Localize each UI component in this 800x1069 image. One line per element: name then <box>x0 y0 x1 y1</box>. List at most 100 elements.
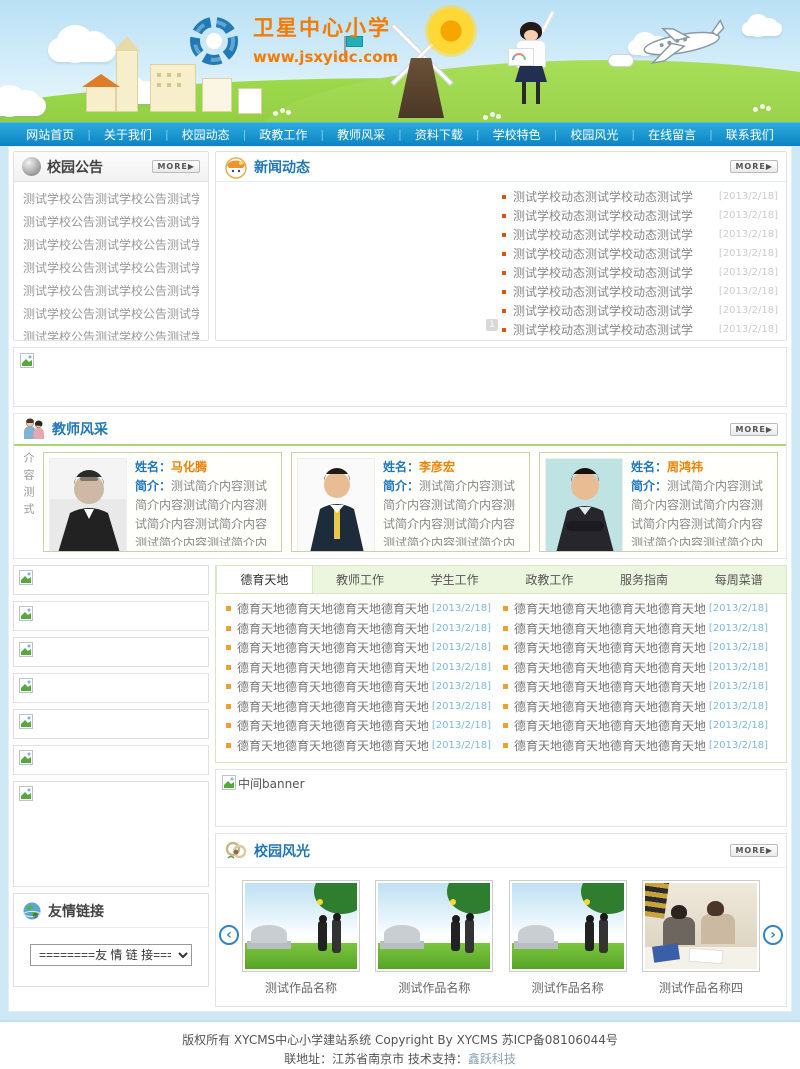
announcement-item[interactable]: 测试学校公告测试学校公告测试学校公告 <box>23 280 199 303</box>
teachers-more-button[interactable]: MORE▶ <box>730 423 778 436</box>
site-footer: 版权所有 XYCMS中心小学建站系统 Copyright By XYCMS 苏I… <box>0 1020 800 1069</box>
tab-list-item[interactable]: 德育天地德育天地德育天地德育天地[2013/2/18] <box>501 599 778 619</box>
sidebar-image-placeholder[interactable] <box>13 709 209 739</box>
news-item[interactable]: 测试学校动态测试学校动态测试学[2013/2/18] <box>502 244 778 263</box>
sidebar-image-placeholder[interactable] <box>13 601 209 631</box>
dot-bullet-icon <box>226 684 231 689</box>
tab-list-item[interactable]: 德育天地德育天地德育天地德育天地[2013/2/18] <box>501 697 778 717</box>
nav-about[interactable]: 关于我们 <box>91 126 165 143</box>
tab-list-item[interactable]: 德育天地德育天地德育天地德育天地[2013/2/18] <box>501 658 778 678</box>
news-slideshow[interactable]: 1 <box>224 187 502 335</box>
tab-list-item[interactable]: 德育天地德育天地德育天地德育天地[2013/2/18] <box>224 658 501 678</box>
tab-list-item[interactable]: 德育天地德育天地德育天地德育天地[2013/2/18] <box>501 677 778 697</box>
tab-list-item[interactable]: 德育天地德育天地德育天地德育天地[2013/2/18] <box>501 716 778 736</box>
teacher-card[interactable]: 姓名：马化腾 简介：测试简介内容测试简介内容测试简介内容测试简介内容测试简介内容… <box>43 452 282 552</box>
news-item[interactable]: 测试学校动态测试学校动态测试学[2013/2/18] <box>502 225 778 244</box>
tab-list-item[interactable]: 德育天地德育天地德育天地德育天地[2013/2/18] <box>501 736 778 756</box>
tab-list-item[interactable]: 德育天地德育天地德育天地德育天地[2013/2/18] <box>501 619 778 639</box>
tab-list-item[interactable]: 德育天地德育天地德育天地德育天地[2013/2/18] <box>224 599 501 619</box>
announcement-globe-icon <box>22 157 41 176</box>
sidebar-image-placeholder[interactable] <box>13 745 209 775</box>
name-label: 姓名： <box>631 460 667 474</box>
dot-bullet-icon <box>503 704 508 709</box>
news-item[interactable]: 测试学校动态测试学校动态测试学[2013/2/18] <box>502 187 778 206</box>
tab-moral-education[interactable]: 德育天地 <box>216 566 313 593</box>
teachers-marquee: 介容测式 姓名：马化腾 简介：测试简介内容测试简介内容测试简介内 <box>14 446 786 558</box>
gallery-item[interactable]: 测试作品名称 <box>375 880 493 996</box>
cloud-shape <box>48 38 116 62</box>
gallery-item[interactable]: 测试作品名称 <box>509 880 627 996</box>
tab-teacher-work[interactable]: 教师工作 <box>313 566 408 593</box>
gallery-more-button[interactable]: MORE▶ <box>730 844 778 857</box>
nav-moral-work[interactable]: 政教工作 <box>246 126 320 143</box>
nav-teachers[interactable]: 教师风采 <box>324 126 398 143</box>
square-bullet-icon <box>502 214 506 218</box>
sidebar-image-placeholder[interactable] <box>13 781 209 887</box>
rings-icon <box>224 839 248 863</box>
carousel-next-button[interactable]: › <box>763 925 783 945</box>
school-name: 卫星中心小学 <box>253 12 398 42</box>
friend-links-select[interactable]: ========友 情 链 接======= <box>30 944 192 966</box>
site-logo[interactable]: 卫星中心小学 www.jsxyidc.com <box>185 12 398 70</box>
square-bullet-icon <box>502 233 506 237</box>
news-more-button[interactable]: MORE▶ <box>730 160 778 173</box>
tab-political-work[interactable]: 政教工作 <box>502 566 597 593</box>
news-item[interactable]: 测试学校动态测试学校动态测试学[2013/2/18] <box>502 282 778 301</box>
dot-bullet-icon <box>503 645 508 650</box>
tab-service-guide[interactable]: 服务指南 <box>597 566 692 593</box>
gallery-item[interactable]: 测试作品名称四 <box>642 880 760 996</box>
globe-icon <box>22 901 42 921</box>
broken-image-icon <box>19 714 33 729</box>
tab-student-work[interactable]: 学生工作 <box>407 566 502 593</box>
tab-list-item[interactable]: 德育天地德育天地德育天地德育天地[2013/2/18] <box>224 697 501 717</box>
announcement-item[interactable]: 测试学校公告测试学校公告测试学校公告 <box>23 257 199 280</box>
sidebar-image-placeholder[interactable] <box>13 637 209 667</box>
teacher-card[interactable]: 姓名：李彦宏 简介：测试简介内容测试简介内容测试简介内容测试简介内容测试简介内容… <box>291 452 530 552</box>
tab-list-item[interactable]: 德育天地德育天地德育天地德育天地[2013/2/18] <box>224 736 501 756</box>
cloud-puff-shape <box>608 54 634 67</box>
announcement-item[interactable]: 测试学校公告测试学校公告测试学校公告 <box>23 326 199 341</box>
nav-campus-news[interactable]: 校园动态 <box>169 126 243 143</box>
announcements-list: 测试学校公告测试学校公告测试学校公告 测试学校公告测试学校公告测试学校公告 测试… <box>14 182 208 341</box>
tech-support-link[interactable]: 鑫跃科技 <box>468 1052 516 1066</box>
tab-weekly-menu[interactable]: 每周菜谱 <box>691 566 786 593</box>
square-bullet-icon <box>502 252 506 256</box>
nav-features[interactable]: 学校特色 <box>480 126 554 143</box>
teachers-panel: 教师风采 MORE▶ 介容测式 姓名：马 <box>13 413 787 559</box>
tab-list-item[interactable]: 德育天地德育天地德育天地德育天地[2013/2/18] <box>224 638 501 658</box>
announcements-more-button[interactable]: MORE▶ <box>152 160 200 173</box>
tab-list-item[interactable]: 德育天地德育天地德育天地德育天地[2013/2/18] <box>224 619 501 639</box>
sidebar-image-placeholder[interactable] <box>13 565 209 595</box>
nav-home[interactable]: 网站首页 <box>13 126 87 143</box>
gallery-item[interactable]: 测试作品名称 <box>242 880 360 996</box>
announcement-item[interactable]: 测试学校公告测试学校公告测试学校公告 <box>23 234 199 257</box>
carousel-prev-button[interactable]: ‹ <box>219 925 239 945</box>
nav-scenery[interactable]: 校园风光 <box>557 126 631 143</box>
dot-bullet-icon <box>226 723 231 728</box>
dot-bullet-icon <box>226 626 231 631</box>
gallery-thumbnail <box>642 880 760 972</box>
tab-list-item[interactable]: 德育天地德育天地德育天地德育天地[2013/2/18] <box>501 638 778 658</box>
left-sidebar: 友情链接 ========友 情 链 接======= <box>13 565 209 987</box>
dot-bullet-icon <box>503 606 508 611</box>
news-list: 测试学校动态测试学校动态测试学[2013/2/18] 测试学校动态测试学校动态测… <box>502 187 778 339</box>
square-bullet-icon <box>502 328 506 332</box>
announcement-item[interactable]: 测试学校公告测试学校公告测试学校公告 <box>23 188 199 211</box>
nav-guestbook[interactable]: 在线留言 <box>635 126 709 143</box>
dot-bullet-icon <box>503 626 508 631</box>
slideshow-pager[interactable]: 1 <box>486 319 498 331</box>
tab-list-item[interactable]: 德育天地德育天地德育天地德育天地[2013/2/18] <box>224 677 501 697</box>
news-item[interactable]: 测试学校动态测试学校动态测试学[2013/2/18] <box>502 301 778 320</box>
tab-list-item[interactable]: 德育天地德育天地德育天地德育天地[2013/2/18] <box>224 716 501 736</box>
nav-downloads[interactable]: 资料下载 <box>402 126 476 143</box>
sidebar-image-placeholder[interactable] <box>13 673 209 703</box>
news-item[interactable]: 测试学校动态测试学校动态测试学[2013/2/18] <box>502 206 778 225</box>
teacher-card[interactable]: 姓名：周鸿祎 简介：测试简介内容测试简介内容测试简介内容测试简介内容测试简介内容… <box>539 452 778 552</box>
news-item[interactable]: 测试学校动态测试学校动态测试学[2013/2/18] <box>502 263 778 282</box>
announcement-item[interactable]: 测试学校公告测试学校公告测试学校公告 <box>23 303 199 326</box>
news-item[interactable]: 测试学校动态测试学校动态测试学[2013/2/18] <box>502 320 778 339</box>
center-column: 德育天地 教师工作 学生工作 政教工作 服务指南 每周菜谱 德育天地德育天地德育… <box>215 565 787 1007</box>
tabbar: 德育天地 教师工作 学生工作 政教工作 服务指南 每周菜谱 <box>216 566 786 594</box>
announcement-item[interactable]: 测试学校公告测试学校公告测试学校公告 <box>23 211 199 234</box>
nav-contact[interactable]: 联系我们 <box>713 126 787 143</box>
